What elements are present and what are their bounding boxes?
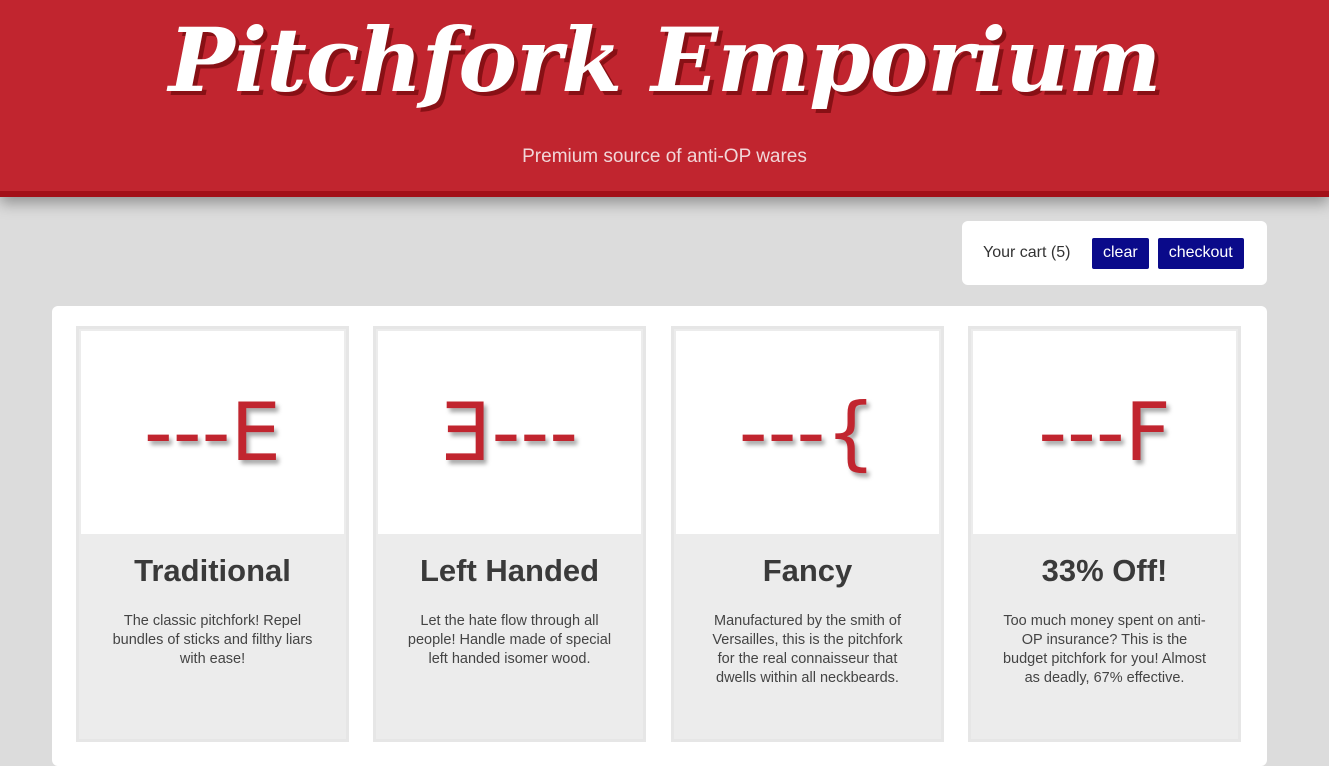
clear-cart-button[interactable]: clear	[1092, 237, 1149, 269]
cart-panel: Your cart (5) clear checkout	[962, 221, 1267, 285]
checkout-button[interactable]: checkout	[1157, 237, 1244, 269]
product-card-discount[interactable]: ---F 33% Off! Too much money spent on an…	[968, 326, 1241, 742]
product-card-traditional[interactable]: ---E Traditional The classic pitchfork! …	[76, 326, 349, 742]
product-title: Traditional	[134, 553, 291, 588]
product-description: The classic pitchfork! Repel bundles of …	[112, 613, 313, 667]
site-tagline: Premium source of anti-OP wares	[522, 146, 807, 167]
product-image[interactable]: ---{	[676, 331, 939, 534]
product-description: Too much money spent on anti-OP insuranc…	[1002, 613, 1207, 686]
product-card-left-handed[interactable]: Ǝ--- Left Handed Let the hate flow throu…	[373, 326, 646, 742]
product-title: Left Handed	[419, 553, 600, 588]
product-title: 33% Off!	[1041, 553, 1168, 588]
product-description: Manufactured by the smith of Versailles,…	[712, 613, 903, 686]
site-header: Pitchfork Emporium Premium source of ant…	[0, 0, 1329, 197]
product-description: Let the hate flow through all people! Ha…	[407, 613, 612, 667]
product-title: Fancy	[762, 553, 853, 588]
product-image[interactable]: ---E	[81, 331, 344, 534]
site-title: Pitchfork Emporium	[168, 8, 1162, 112]
product-image[interactable]: Ǝ---	[378, 331, 641, 534]
cart-count-label: Your cart (5)	[983, 244, 1071, 261]
product-grid: ---E Traditional The classic pitchfork! …	[52, 306, 1267, 766]
product-card-fancy[interactable]: ---{ Fancy Manufactured by the smith of …	[671, 326, 944, 742]
product-image[interactable]: ---F	[973, 331, 1236, 534]
